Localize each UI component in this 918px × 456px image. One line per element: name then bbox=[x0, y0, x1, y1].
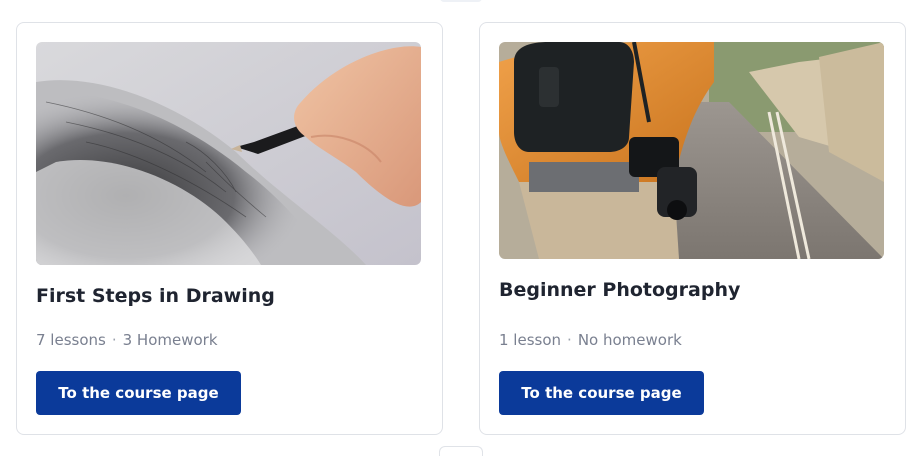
course-card: First Steps in Drawing 7 lessons · 3 Homew… bbox=[16, 22, 443, 435]
course-thumbnail-photography bbox=[499, 42, 884, 259]
course-thumbnail-drawing bbox=[36, 42, 421, 265]
course-meta: 7 lessons · 3 Homework bbox=[36, 331, 218, 349]
pagination-button-edge[interactable] bbox=[439, 446, 483, 456]
homework-count: No homework bbox=[577, 331, 682, 349]
course-page-button[interactable]: To the course page bbox=[36, 371, 241, 415]
lesson-count: 7 lessons bbox=[36, 331, 106, 349]
course-card: Beginner Photography 1 lesson · No homewor… bbox=[479, 22, 906, 435]
lesson-count: 1 lesson bbox=[499, 331, 562, 349]
pencil-sketch-image bbox=[36, 42, 421, 265]
course-title: Beginner Photography bbox=[499, 279, 741, 301]
course-page-button[interactable]: To the course page bbox=[499, 371, 704, 415]
meta-separator: · bbox=[111, 331, 117, 349]
previous-card-edge bbox=[440, 0, 482, 2]
meta-separator: · bbox=[567, 331, 572, 349]
course-meta: 1 lesson · No homework bbox=[499, 331, 682, 349]
homework-count: 3 Homework bbox=[122, 331, 218, 349]
photographer-image bbox=[499, 42, 884, 259]
course-title: First Steps in Drawing bbox=[36, 285, 275, 307]
